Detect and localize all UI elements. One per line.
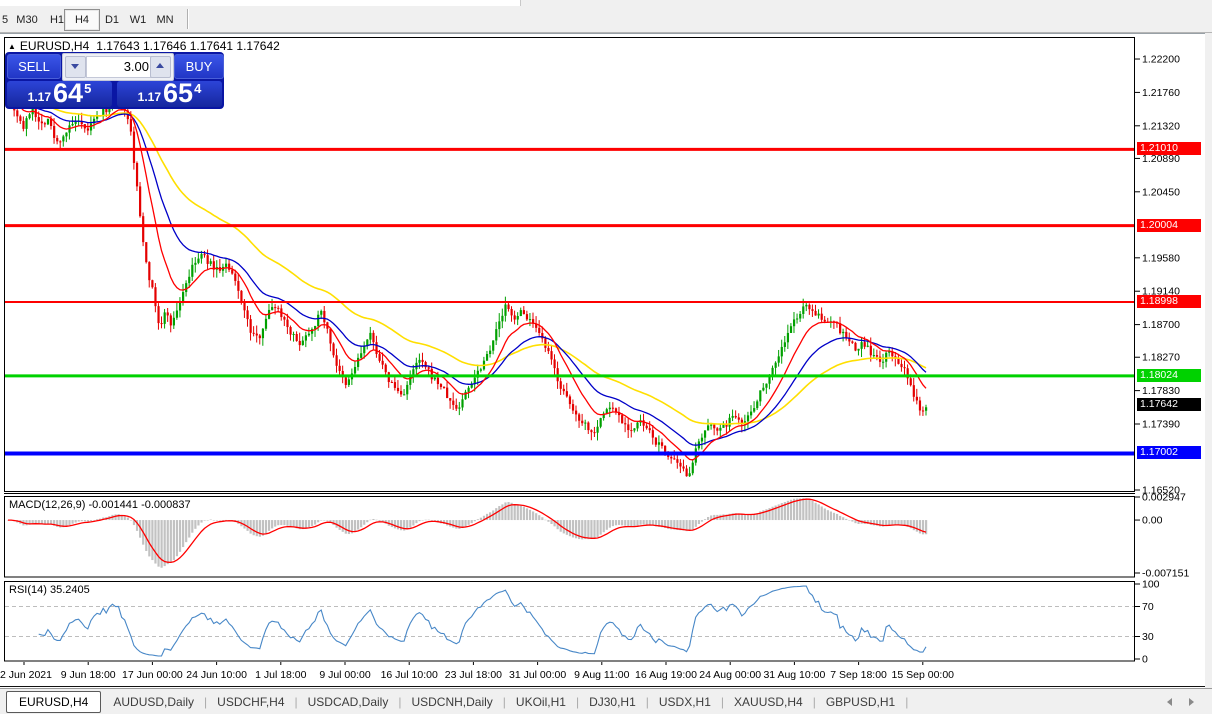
svg-text:1.20890: 1.20890	[1142, 153, 1180, 165]
chart-header: ▲ EURUSD,H4 1.17643 1.17646 1.17641 1.1764…	[8, 39, 280, 53]
svg-text:17 Jun 00:00: 17 Jun 00:00	[122, 669, 183, 681]
svg-text:1.21320: 1.21320	[1142, 120, 1180, 132]
chart-panels	[0, 38, 1205, 687]
svg-text:2 Jun 2021: 2 Jun 2021	[0, 669, 52, 681]
svg-text:23 Jul 18:00: 23 Jul 18:00	[445, 669, 502, 681]
svg-text:0: 0	[1142, 654, 1148, 666]
volume-increase-button[interactable]	[150, 56, 171, 78]
time-axis: 2 Jun 2021 9 Jun 18:00 17 Jun 00:0024 Jun …	[0, 662, 954, 681]
sell-price-big: 64	[53, 81, 83, 106]
buy-price-prefix: 1.17	[138, 90, 161, 104]
chart-tab-eurusd[interactable]: EURUSD,H4	[6, 691, 101, 713]
svg-text:1.21760: 1.21760	[1142, 87, 1180, 99]
macd-indicator-label: MACD(12,26,9) -0.001441 -0.000837	[9, 499, 191, 511]
chart-tab-usdcad[interactable]: USDCAD,Daily	[298, 691, 399, 713]
sell-button[interactable]: SELL	[7, 54, 61, 79]
chart-symbol-label: EURUSD,H4	[20, 39, 89, 53]
chart-tab-bar: EURUSD,H4AUDUSD,Daily|USDCHF,H4|USDCAD,D…	[0, 688, 1212, 714]
svg-text:16 Aug 19:00: 16 Aug 19:00	[635, 669, 697, 681]
rsi-indicator-label: RSI(14) 35.2405	[9, 584, 90, 596]
svg-text:1.20450: 1.20450	[1142, 186, 1180, 198]
buy-price-big: 65	[163, 81, 193, 106]
buy-price-quote[interactable]: 1.17654	[117, 81, 222, 107]
price-axis: 1.22200 1.21760 1.21320 1.20890 1.20450 1.195…	[1135, 54, 1189, 666]
svg-text:31 Jul 00:00: 31 Jul 00:00	[509, 669, 566, 681]
svg-text:16 Jul 10:00: 16 Jul 10:00	[381, 669, 438, 681]
buy-button[interactable]: BUY	[174, 54, 224, 79]
svg-text:1.18700: 1.18700	[1142, 319, 1180, 331]
svg-text:30: 30	[1142, 631, 1154, 643]
chart-tab-usdchf[interactable]: USDCHF,H4	[207, 691, 294, 713]
svg-text:0.002947: 0.002947	[1142, 492, 1186, 504]
one-click-trading-widget: SELL 3.00 BUY 1.17645 1.17654	[5, 52, 224, 109]
volume-input[interactable]: 3.00	[86, 56, 153, 78]
svg-text:9 Aug 11:00: 9 Aug 11:00	[574, 669, 629, 681]
svg-text:9 Jun 18:00: 9 Jun 18:00	[61, 669, 116, 681]
svg-text:24 Aug 00:00: 24 Aug 00:00	[699, 669, 761, 681]
chart-tab-usdx[interactable]: USDX,H1	[649, 691, 721, 713]
svg-text:15 Sep 00:00: 15 Sep 00:00	[892, 669, 955, 681]
sell-price-pip: 5	[84, 81, 91, 96]
svg-text:70: 70	[1142, 601, 1154, 613]
trade-top-row: SELL 3.00 BUY	[5, 53, 224, 79]
svg-text:7 Sep 18:00: 7 Sep 18:00	[830, 669, 887, 681]
buy-price-pip: 4	[194, 81, 201, 96]
chart-tab-xauusd[interactable]: XAUUSD,H4	[724, 691, 813, 713]
svg-text:0.00: 0.00	[1142, 515, 1163, 527]
svg-text:24 Jun 10:00: 24 Jun 10:00	[186, 669, 247, 681]
svg-text:1.19580: 1.19580	[1142, 252, 1180, 264]
tab-divider: |	[905, 695, 908, 709]
volume-decrease-button[interactable]	[65, 56, 86, 78]
chart-tab-ukoil[interactable]: UKOil,H1	[506, 691, 576, 713]
mt4-terminal: { "toolbar": { "timeframes": [ {"label":…	[0, 0, 1212, 714]
chart-tab-gbpusd[interactable]: GBPUSD,H1	[816, 691, 905, 713]
svg-text:9 Jul 00:00: 9 Jul 00:00	[319, 669, 371, 681]
chart-tab-dj30[interactable]: DJ30,H1	[579, 691, 646, 713]
svg-text:100: 100	[1142, 579, 1160, 591]
sell-price-prefix: 1.17	[28, 90, 51, 104]
collapse-triangle-icon[interactable]: ▲	[8, 42, 16, 51]
chart-ohlc-values: 1.17643 1.17646 1.17641 1.17642	[96, 39, 280, 53]
svg-text:1.18270: 1.18270	[1142, 352, 1180, 364]
svg-text:1.17830: 1.17830	[1142, 385, 1180, 397]
tab-scroll-right-icon[interactable]	[1189, 698, 1194, 706]
sell-price-quote[interactable]: 1.17645	[7, 81, 112, 107]
arrow-down-icon	[71, 64, 79, 69]
svg-text:31 Aug 10:00: 31 Aug 10:00	[763, 669, 825, 681]
svg-text:1.19140: 1.19140	[1142, 286, 1180, 298]
tab-scroll-left-icon[interactable]	[1167, 698, 1172, 706]
volume-stepper: 3.00	[62, 53, 174, 81]
chart-tab-usdcnh[interactable]: USDCNH,Daily	[401, 691, 502, 713]
svg-text:1 Jul 18:00: 1 Jul 18:00	[255, 669, 307, 681]
chart-tab-audusd[interactable]: AUDUSD,Daily	[103, 691, 204, 713]
svg-text:1.22200: 1.22200	[1142, 54, 1180, 66]
svg-text:1.17390: 1.17390	[1142, 418, 1180, 430]
arrow-up-icon	[156, 63, 164, 68]
